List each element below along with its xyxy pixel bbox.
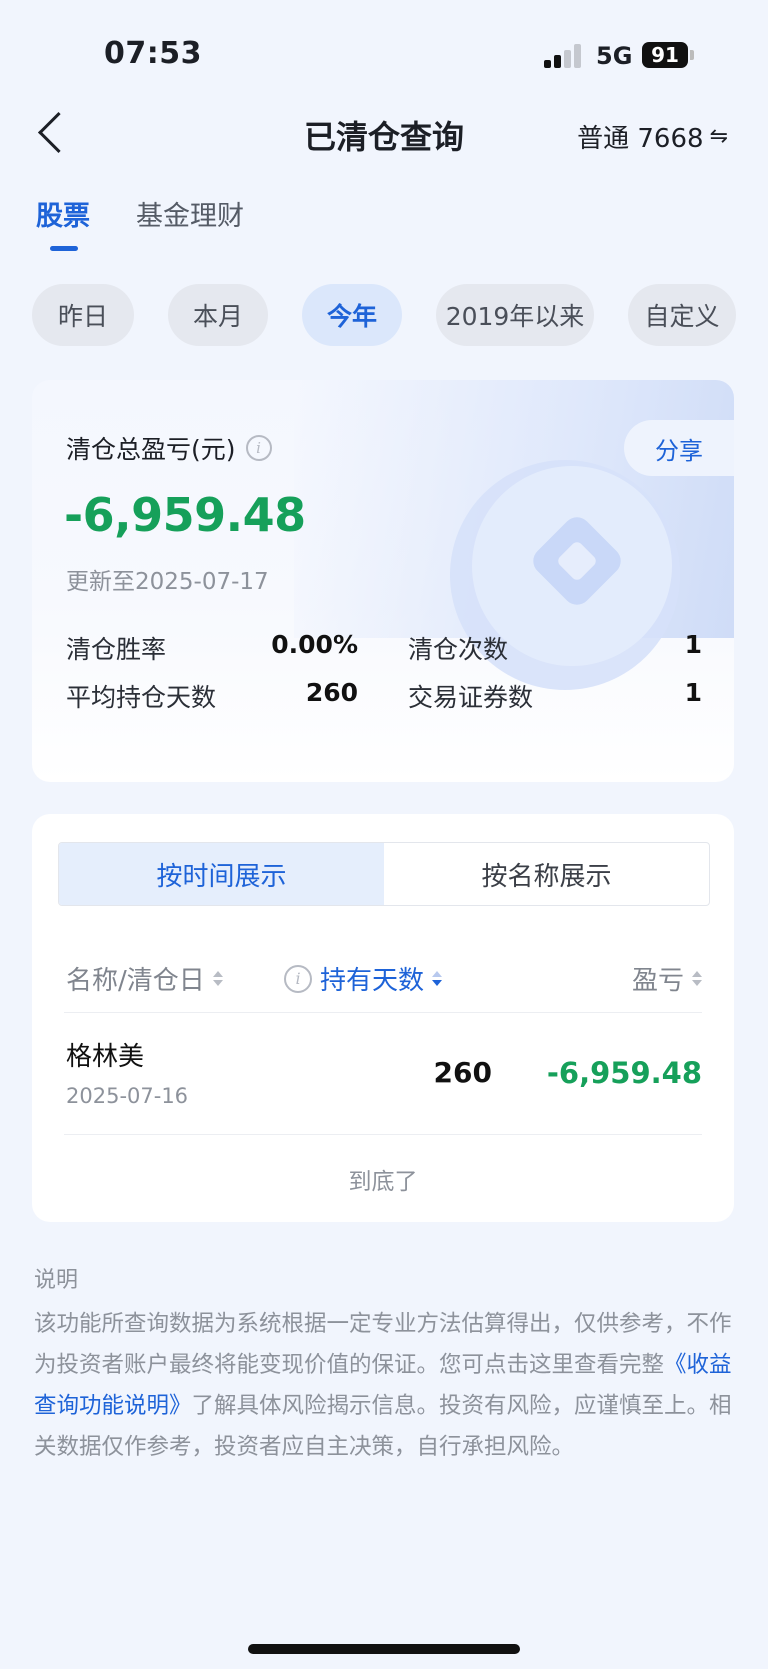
column-header-days[interactable]: i 持有天数	[284, 960, 443, 997]
summary-card: 分享 清仓总盈亏(元) i -6,959.48 更新至2025-07-17 清仓…	[32, 380, 734, 782]
column-header-name-label: 名称/清仓日	[66, 966, 205, 996]
tab-funds[interactable]: 基金理财	[136, 194, 244, 233]
stat-win-rate-value: 0.00%	[271, 630, 358, 659]
column-header-pl-label: 盈亏	[631, 966, 684, 996]
sort-icon	[692, 971, 702, 986]
end-of-list: 到底了	[348, 1169, 418, 1195]
period-custom[interactable]: 自定义	[628, 284, 736, 346]
updated-date: 更新至2025-07-17	[66, 569, 269, 595]
stat-securities-label: 交易证券数	[408, 683, 534, 712]
stat-win-rate-label: 清仓胜率	[66, 635, 167, 664]
stat-count-label: 清仓次数	[408, 635, 509, 664]
battery-tip	[690, 50, 694, 60]
tab-indicator	[50, 246, 78, 251]
column-header-name[interactable]: 名称/清仓日	[66, 960, 223, 997]
account-label: 普通 7668	[577, 124, 704, 154]
divider	[64, 1012, 702, 1013]
sort-icon	[212, 971, 223, 986]
cleared-positions-card: 按时间展示 按名称展示 名称/清仓日 i 持有天数 盈亏 格林美 2025-07…	[32, 814, 734, 1222]
column-header-days-label: 持有天数	[320, 966, 425, 996]
total-pl-label: 清仓总盈亏(元) i	[66, 430, 272, 466]
view-by-time-button[interactable]: 按时间展示	[59, 843, 384, 905]
period-since-2019[interactable]: 2019年以来	[436, 284, 594, 346]
battery-icon: 91	[642, 42, 688, 68]
stat-avg-days-value: 260	[305, 678, 358, 707]
column-header-pl[interactable]: 盈亏	[632, 960, 702, 997]
period-yesterday[interactable]: 昨日	[32, 284, 134, 346]
notes-body: 该功能所查询数据为系统根据一定专业方法估算得出，仅供参考，不作为投资者账户最终将…	[34, 1304, 738, 1468]
total-pl-label-text: 清仓总盈亏(元)	[66, 435, 236, 464]
period-this-month[interactable]: 本月	[168, 284, 268, 346]
stat-count-value: 1	[684, 630, 702, 659]
row-stock-name: 格林美	[66, 1042, 145, 1072]
view-mode-switch: 按时间展示 按名称展示	[58, 842, 710, 906]
divider	[64, 1134, 702, 1135]
account-switch[interactable]: 普通 7668 ⇋	[577, 118, 728, 155]
row-hold-days: 260	[433, 1056, 492, 1089]
notes-text: 该功能所查询数据为系统根据一定专业方法估算得出，仅供参考，不作为投资者账户最终将…	[34, 1311, 732, 1378]
row-clear-date: 2025-07-16	[66, 1084, 189, 1108]
share-button[interactable]: 分享	[624, 420, 734, 476]
period-this-year[interactable]: 今年	[302, 284, 402, 346]
sort-icon	[432, 971, 443, 986]
stat-securities-value: 1	[684, 678, 702, 707]
info-icon[interactable]: i	[284, 964, 312, 993]
status-time: 07:53	[104, 36, 202, 71]
stat-avg-days-label: 平均持仓天数	[66, 683, 217, 712]
total-pl-value: -6,959.48	[64, 488, 306, 542]
row-pl: -6,959.48	[546, 1056, 702, 1090]
view-by-name-button[interactable]: 按名称展示	[384, 843, 709, 905]
network-type: 5G	[596, 42, 633, 70]
tab-stocks[interactable]: 股票	[36, 194, 90, 233]
swap-icon: ⇋	[709, 124, 728, 149]
notes-title: 说明	[34, 1268, 79, 1293]
signal-icon	[544, 44, 584, 68]
info-icon[interactable]: i	[245, 435, 272, 461]
home-indicator[interactable]	[248, 1644, 520, 1654]
